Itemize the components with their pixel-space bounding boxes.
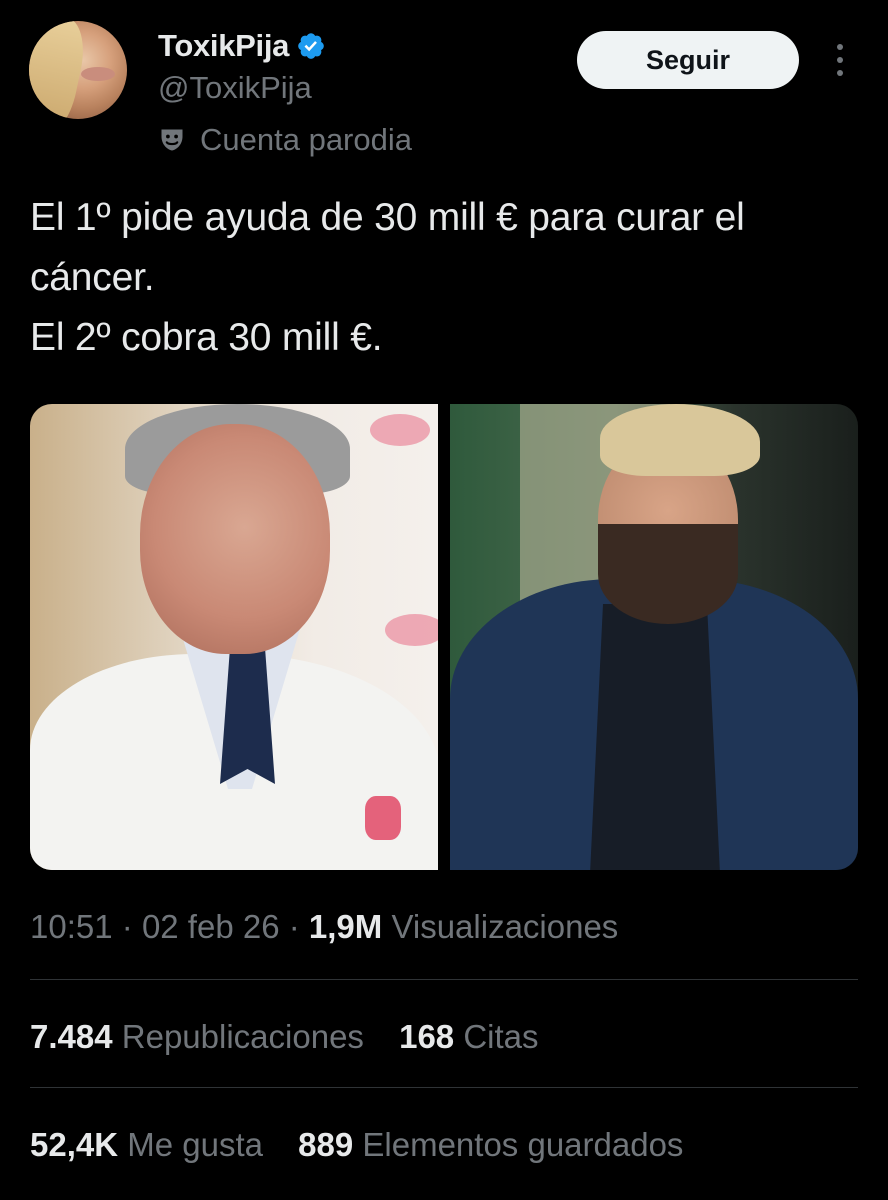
- tweet-text-line: El 1º pide ayuda de 30 mill € para curar…: [30, 196, 745, 239]
- stats-row-reposts: 7.484 Republicaciones 168 Citas: [30, 1016, 565, 1058]
- handle[interactable]: @ToxikPija: [158, 70, 312, 106]
- hair: [600, 404, 760, 476]
- photo-left-doctor[interactable]: [30, 404, 438, 870]
- bookmarks-stat[interactable]: 889 Elementos guardados: [298, 1124, 683, 1166]
- more-dot: [837, 44, 843, 50]
- reposts-count: 7.484: [30, 1018, 113, 1055]
- theater-masks-icon: [161, 129, 183, 151]
- tweet-time[interactable]: 10:51: [30, 908, 113, 945]
- background-logo: [370, 414, 430, 446]
- parody-row: Cuenta parodia: [158, 120, 412, 160]
- quotes-count: 168: [399, 1018, 455, 1055]
- more-dot: [837, 57, 843, 63]
- avatar[interactable]: [29, 21, 127, 119]
- stats-row-likes: 52,4K Me gusta 889 Elementos guardados: [30, 1124, 709, 1166]
- follow-button[interactable]: Seguir: [577, 31, 799, 89]
- quotes-label: Citas: [463, 1018, 539, 1055]
- meta-separator: ·: [288, 908, 300, 945]
- likes-count: 52,4K: [30, 1126, 119, 1163]
- meta-separator: ·: [121, 908, 133, 945]
- reposts-stat[interactable]: 7.484 Republicaciones: [30, 1016, 364, 1058]
- tweet-text: El 1º pide ayuda de 30 mill € para curar…: [30, 188, 870, 368]
- coat-badge: [365, 796, 401, 840]
- likes-label: Me gusta: [127, 1126, 263, 1163]
- tweet-text-line: cáncer.: [30, 256, 155, 299]
- tweet-meta: 10:51 · 02 feb 26 · 1,9M Visualizaciones: [30, 906, 618, 948]
- quotes-stat[interactable]: 168 Citas: [399, 1016, 538, 1058]
- more-vertical-icon[interactable]: [822, 40, 858, 80]
- head: [140, 424, 330, 654]
- beard: [598, 524, 738, 624]
- bookmarks-count: 889: [298, 1126, 354, 1163]
- photo-right-presenter[interactable]: [450, 404, 858, 870]
- tweet-text-line: El 2º cobra 30 mill €.: [30, 316, 383, 359]
- views-count[interactable]: 1,9M: [309, 908, 382, 945]
- views-label[interactable]: Visualizaciones: [391, 908, 618, 945]
- avatar-hair: [29, 21, 91, 119]
- likes-stat[interactable]: 52,4K Me gusta: [30, 1124, 263, 1166]
- bookmarks-label: Elementos guardados: [362, 1126, 684, 1163]
- verified-badge-icon: [298, 33, 324, 59]
- name-row: ToxikPija: [158, 26, 326, 66]
- divider: [30, 979, 858, 980]
- parody-label: Cuenta parodia: [200, 122, 412, 157]
- shirt: [590, 604, 720, 870]
- media-grid: [30, 404, 858, 870]
- tweet-header: ToxikPija @ToxikPija Cuenta parodia Segu…: [0, 0, 888, 170]
- tweet-date[interactable]: 02 feb 26: [142, 908, 280, 945]
- background-logo: [385, 614, 438, 646]
- divider: [30, 1087, 858, 1088]
- more-dot: [837, 70, 843, 76]
- reposts-label: Republicaciones: [121, 1018, 364, 1055]
- avatar-lips: [81, 67, 115, 81]
- display-name[interactable]: ToxikPija: [158, 28, 289, 64]
